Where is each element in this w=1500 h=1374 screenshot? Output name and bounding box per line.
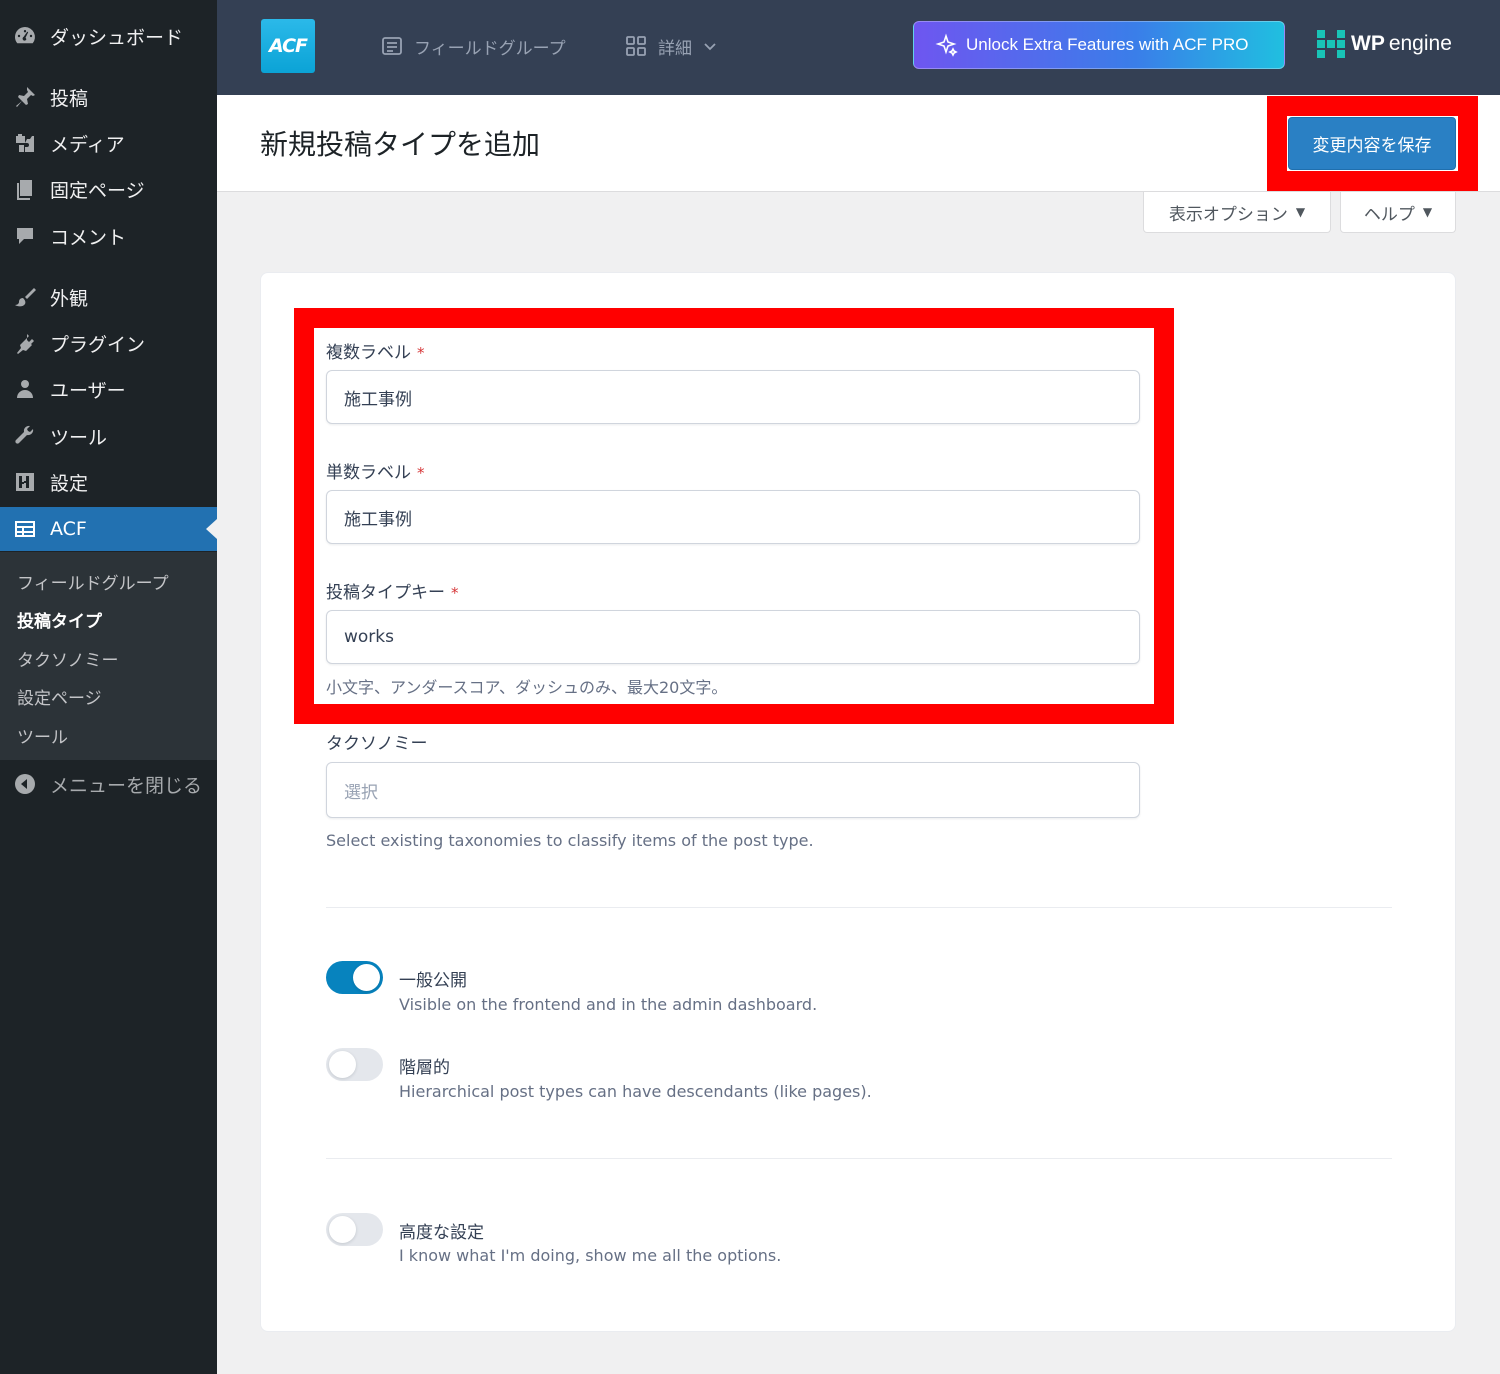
sidebar-item-posts[interactable]: 投稿: [0, 75, 217, 119]
sidebar-item-label: ACF: [50, 518, 87, 540]
divider: [326, 1158, 1392, 1159]
sidebar-item-pages[interactable]: 固定ページ: [0, 167, 217, 211]
acf-icon: [12, 517, 38, 541]
singular-label-input[interactable]: 施工事例: [326, 490, 1140, 544]
admin-sidebar: ダッシュボード 投稿 メディア 固定ページ コメント 外観 プラグイン ユーザー…: [0, 0, 217, 1374]
list-icon: [382, 37, 402, 55]
sidebar-item-label: 外観: [50, 287, 89, 310]
sidebar-item-acf[interactable]: ACF: [0, 507, 217, 551]
submenu-post-types[interactable]: 投稿タイプ: [17, 607, 102, 632]
taxonomies-help: Select existing taxonomies to classify i…: [326, 831, 814, 850]
sidebar-item-label: ツール: [50, 426, 108, 449]
nav-field-groups-label: フィールドグループ: [414, 38, 566, 59]
nav-more-label: 詳細: [658, 38, 692, 59]
acf-logo[interactable]: ACF: [261, 19, 315, 73]
save-changes-button[interactable]: 変更内容を保存: [1288, 117, 1456, 170]
post-type-key-input[interactable]: works: [326, 610, 1140, 664]
public-toggle[interactable]: [326, 961, 383, 994]
media-icon: [12, 131, 38, 155]
wp-engine-logo[interactable]: WP engine: [1317, 30, 1452, 58]
sidebar-item-settings[interactable]: 設定: [0, 460, 217, 504]
caret-down-icon: ▼: [1295, 205, 1306, 219]
sidebar-item-users[interactable]: ユーザー: [0, 367, 217, 411]
post-type-key-heading: 投稿タイプキー *: [326, 583, 459, 603]
pin-icon: [12, 85, 38, 109]
sidebar-item-label: 投稿: [50, 87, 89, 110]
sidebar-item-comments[interactable]: コメント: [0, 214, 217, 258]
plural-label-heading: 複数ラベル *: [326, 343, 425, 363]
submenu-tools[interactable]: ツール: [17, 723, 68, 748]
sidebar-item-label: プラグイン: [50, 333, 146, 356]
advanced-settings-description: I know what I'm doing, show me all the o…: [399, 1246, 782, 1265]
acf-submenu: フィールドグループ 投稿タイプ タクソノミー 設定ページ ツール: [0, 552, 217, 760]
submenu-field-groups[interactable]: フィールドグループ: [17, 569, 169, 594]
comment-icon: [12, 224, 38, 248]
user-icon: [12, 377, 38, 401]
submenu-taxonomies[interactable]: タクソノミー: [17, 646, 119, 671]
collapse-menu-label: メニューを閉じる: [50, 774, 203, 797]
help-label: ヘルプ: [1363, 204, 1415, 225]
sparkle-icon: [935, 33, 958, 57]
sidebar-item-label: ダッシュボード: [50, 26, 184, 49]
unlock-pro-label: Unlock Extra Features with ACF PRO: [966, 35, 1249, 54]
help-button[interactable]: ヘルプ ▼: [1340, 192, 1456, 233]
nav-field-groups[interactable]: フィールドグループ: [380, 30, 566, 62]
unlock-pro-button[interactable]: Unlock Extra Features with ACF PRO: [913, 21, 1285, 69]
settings-icon: [12, 470, 38, 494]
sidebar-item-label: ユーザー: [50, 379, 126, 402]
wp-engine-text: engine: [1388, 32, 1452, 55]
hierarchical-toggle[interactable]: [326, 1048, 383, 1081]
post-type-key-help: 小文字、アンダースコア、ダッシュのみ、最大20文字。: [326, 678, 728, 697]
page-title-bar: 新規投稿タイプを追加 変更内容を保存: [217, 95, 1500, 192]
dashboard-icon: [12, 24, 38, 48]
wp-engine-mark-icon: [1317, 30, 1345, 58]
screen-options-label: 表示オプション: [1168, 204, 1288, 225]
advanced-settings-toggle[interactable]: [326, 1213, 383, 1246]
toggle-knob: [329, 1051, 356, 1078]
caret-down-icon: ▼: [1422, 205, 1433, 219]
taxonomies-heading: タクソノミー: [326, 734, 428, 754]
plural-label-input[interactable]: 施工事例: [326, 370, 1140, 424]
plugin-icon: [12, 331, 38, 355]
collapse-menu-button[interactable]: メニューを閉じる: [0, 762, 217, 806]
public-description: Visible on the frontend and in the admin…: [399, 995, 818, 1014]
chevron-down-icon: [704, 43, 716, 51]
sidebar-item-label: 固定ページ: [50, 179, 145, 202]
public-label: 一般公開: [399, 971, 467, 991]
page-title: 新規投稿タイプを追加: [260, 128, 541, 161]
singular-label-heading: 単数ラベル *: [326, 463, 425, 483]
pages-icon: [12, 177, 38, 201]
hierarchical-description: Hierarchical post types can have descend…: [399, 1082, 872, 1101]
required-marker: *: [451, 584, 459, 602]
submenu-options-pages[interactable]: 設定ページ: [17, 684, 102, 709]
required-marker: *: [417, 464, 425, 482]
required-marker: *: [417, 344, 425, 362]
advanced-settings-label: 高度な設定: [399, 1223, 484, 1243]
sidebar-item-tools[interactable]: ツール: [0, 414, 217, 458]
wp-engine-bold-text: WP: [1351, 32, 1385, 55]
sidebar-item-label: メディア: [50, 133, 125, 156]
appearance-icon: [12, 285, 38, 309]
sidebar-item-plugins[interactable]: プラグイン: [0, 321, 217, 365]
sidebar-item-label: コメント: [50, 226, 127, 249]
wrench-icon: [12, 424, 38, 448]
sidebar-item-appearance[interactable]: 外観: [0, 275, 217, 319]
sidebar-item-media[interactable]: メディア: [0, 121, 217, 165]
nav-more-menu[interactable]: 詳細: [624, 30, 718, 62]
sidebar-item-label: 設定: [50, 472, 89, 495]
acf-header-bar: ACF フィールドグループ 詳細 Unlock Extra Features w…: [217, 0, 1500, 95]
divider: [326, 907, 1392, 908]
grid-icon: [626, 36, 646, 56]
sidebar-item-dashboard[interactable]: ダッシュボード: [0, 14, 217, 58]
collapse-arrow-icon: [12, 772, 38, 796]
toggle-knob: [353, 964, 380, 991]
toggle-knob: [329, 1216, 356, 1243]
taxonomies-select[interactable]: 選択: [326, 762, 1140, 818]
screen-options-button[interactable]: 表示オプション ▼: [1143, 192, 1331, 233]
hierarchical-label: 階層的: [399, 1058, 450, 1078]
